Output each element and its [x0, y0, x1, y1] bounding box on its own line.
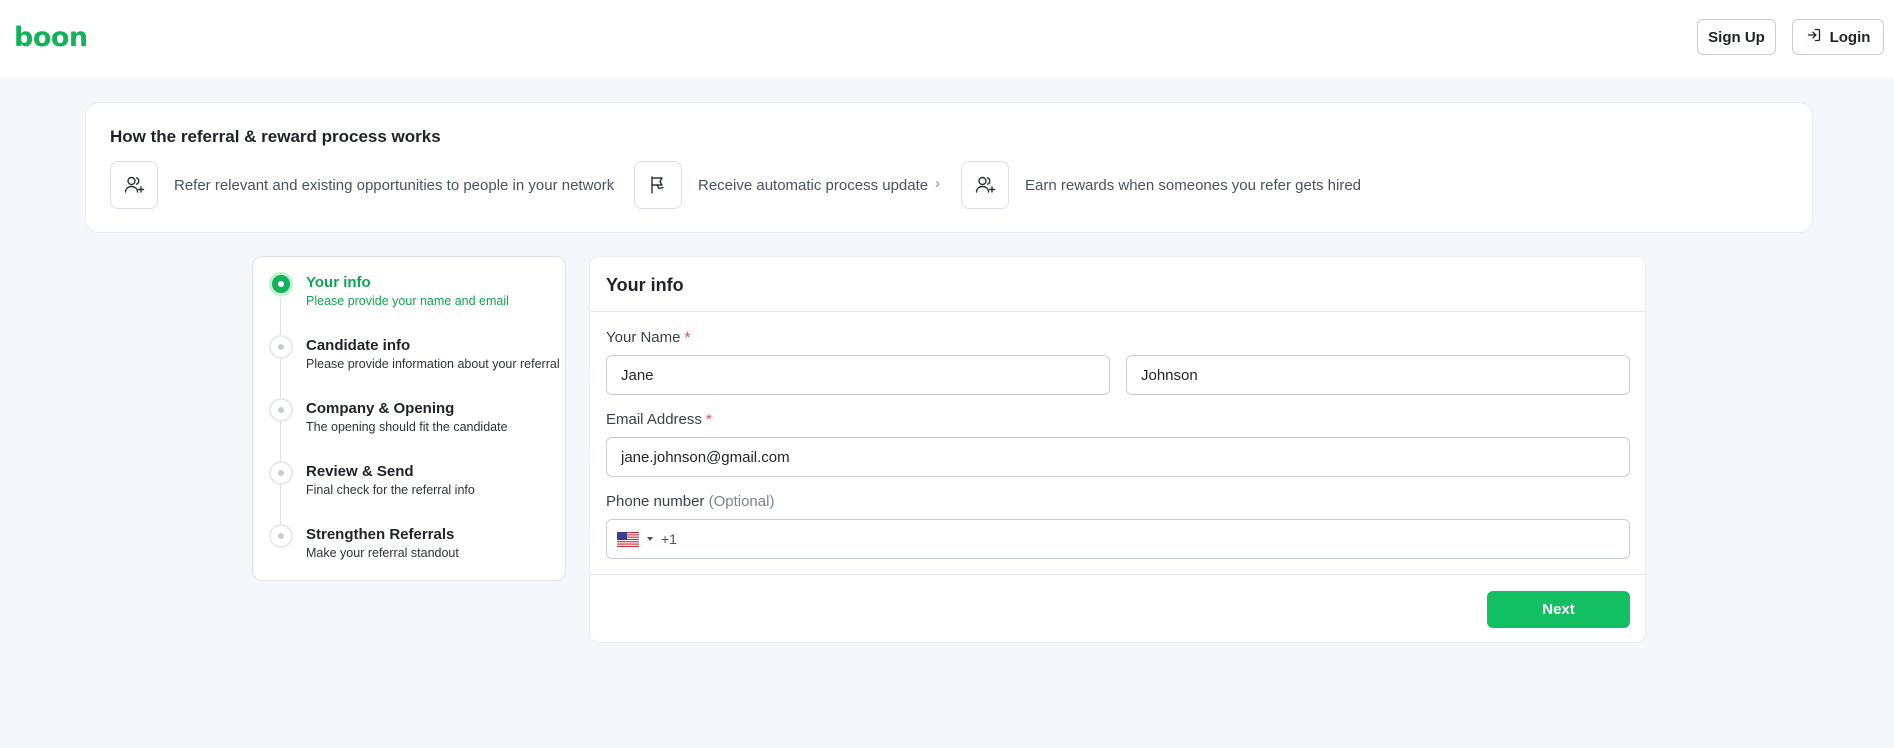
your-info-form: Your info Your Name * Email Address * Ph… [589, 256, 1646, 643]
how-it-works-card: How the referral & reward process works … [85, 102, 1813, 233]
how-step-text: Receive automatic process update [698, 176, 929, 194]
progress-stepper: Your info Please provide your name and e… [252, 256, 566, 581]
step-subtitle: Please provide your name and email [306, 294, 509, 308]
email-label: Email Address * [606, 411, 712, 428]
required-mark: * [684, 329, 691, 346]
form-footer-divider [590, 574, 1645, 575]
us-flag-icon [617, 531, 639, 547]
step-subtitle: Make your referral standout [306, 546, 459, 560]
form-title: Your info [590, 257, 1645, 312]
top-bar: boon Sign Up Login [0, 0, 1894, 78]
dropdown-caret-icon [647, 537, 653, 541]
sign-up-button[interactable]: Sign Up [1697, 19, 1776, 55]
step-indicator [269, 335, 293, 359]
phone-field: +1 [606, 519, 1630, 559]
how-step-rewards: Earn rewards when someones you refer get… [961, 161, 1361, 209]
step-indicator-active [269, 272, 293, 296]
step-title: Company & Opening [306, 400, 455, 417]
sign-up-label: Sign Up [1708, 28, 1765, 46]
name-label-text: Your Name [606, 329, 681, 346]
dial-code: +1 [661, 531, 677, 547]
chevron-right-icon: › [607, 175, 612, 192]
name-label: Your Name * [606, 329, 691, 346]
email-label-text: Email Address [606, 411, 702, 428]
phone-label: Phone number (Optional) [606, 493, 774, 510]
how-step-text: Earn rewards when someones you refer get… [1025, 176, 1362, 194]
step-subtitle: Final check for the referral info [306, 483, 475, 497]
required-mark: * [706, 411, 712, 428]
login-icon [1806, 27, 1822, 47]
how-step-text: Refer relevant and existing opportunitie… [174, 176, 615, 194]
next-button[interactable]: Next [1487, 591, 1630, 628]
user-plus-icon [110, 161, 158, 209]
country-code-selector[interactable]: +1 [617, 531, 677, 547]
step-indicator [269, 524, 293, 548]
step-subtitle: The opening should fit the candidate [306, 420, 508, 434]
flag-icon [634, 161, 682, 209]
step-title: Your info [306, 274, 371, 291]
how-it-works-title: How the referral & reward process works [110, 127, 441, 146]
email-input[interactable] [606, 437, 1630, 477]
step-title: Review & Send [306, 463, 414, 480]
step-indicator [269, 398, 293, 422]
step-subtitle: Please provide information about your re… [306, 357, 560, 371]
login-button[interactable]: Login [1792, 19, 1884, 55]
last-name-input[interactable] [1126, 355, 1630, 395]
step-title: Candidate info [306, 337, 411, 354]
how-step-update: Receive automatic process update [634, 161, 928, 209]
phone-input[interactable] [676, 521, 1629, 557]
how-step-refer: Refer relevant and existing opportunitie… [110, 161, 614, 209]
chevron-right-icon: › [935, 175, 940, 192]
first-name-input[interactable] [606, 355, 1110, 395]
step-indicator [269, 461, 293, 485]
user-plus-icon [961, 161, 1009, 209]
step-title: Strengthen Referrals [306, 526, 455, 543]
optional-hint: (Optional) [708, 493, 775, 510]
phone-label-text: Phone number [606, 493, 705, 510]
login-label: Login [1829, 28, 1871, 46]
boon-logo[interactable]: boon [14, 22, 88, 53]
